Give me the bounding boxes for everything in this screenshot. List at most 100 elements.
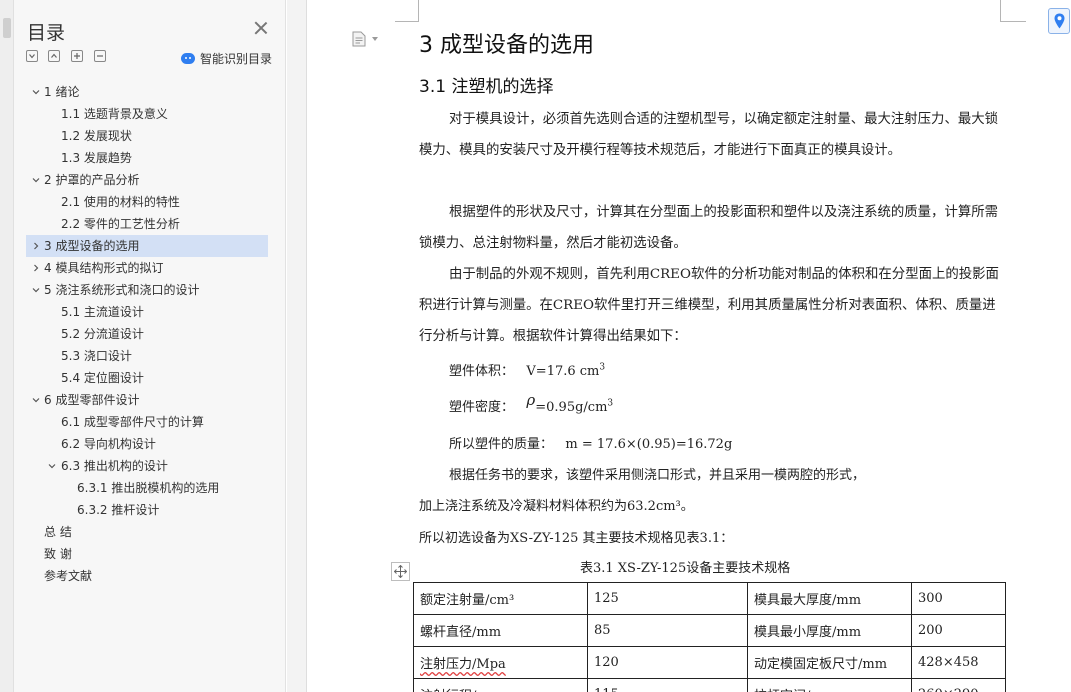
- toc-item[interactable]: 致 谢: [26, 543, 268, 565]
- document-outline-icon[interactable]: [352, 31, 366, 47]
- cell-text: 螺杆直径/mm: [420, 625, 502, 640]
- table-cell[interactable]: 动定模固定板尺寸/mm: [747, 646, 912, 679]
- superscript: 3: [599, 362, 606, 373]
- chevron-down-icon[interactable]: [32, 396, 40, 404]
- table-cell[interactable]: 300: [911, 582, 1006, 615]
- density-value: =0.95g/cm: [535, 400, 608, 415]
- close-icon[interactable]: [253, 20, 269, 36]
- mass-value: m = 17.6×(0.95)=16.72g: [565, 437, 733, 452]
- table-cell[interactable]: 200: [911, 614, 1006, 647]
- cell-text: 模具最大厚度/mm: [754, 593, 862, 608]
- table-cell[interactable]: 注射行程/mm: [413, 678, 588, 692]
- toc-item[interactable]: 6.3.2 推杆设计: [26, 499, 268, 521]
- chevron-down-icon[interactable]: [372, 37, 378, 42]
- heading-level-2: 3.1 注塑机的选择: [419, 77, 554, 97]
- paragraph: 对于模具设计，必须首先选则合适的注塑机型号，以确定额定注射量、最大注射压力、最大…: [419, 104, 1004, 166]
- toc-item-label: 1.1 选题背景及意义: [61, 107, 168, 121]
- toc-item[interactable]: 1.2 发展现状: [26, 125, 268, 147]
- toc-item[interactable]: 参考文献: [26, 565, 268, 587]
- chevron-down-icon[interactable]: [32, 286, 40, 294]
- table-cell[interactable]: 428×458: [911, 646, 1006, 679]
- table-move-handle-icon[interactable]: [391, 562, 410, 581]
- toc-item[interactable]: 5.4 定位圈设计: [26, 367, 268, 389]
- toc-item[interactable]: 5.3 浇口设计: [26, 345, 268, 367]
- panel-grip[interactable]: [3, 18, 11, 38]
- toc-item[interactable]: 1.1 选题背景及意义: [26, 103, 268, 125]
- toc-item-label: 6.3.2 推杆设计: [77, 503, 160, 517]
- panel-edge-strip[interactable]: [0, 0, 14, 692]
- table-cell[interactable]: 螺杆直径/mm: [413, 614, 588, 647]
- table-cell[interactable]: 120: [587, 646, 748, 679]
- table-caption: 表3.1 XS-ZY-125设备主要技术规格: [580, 561, 791, 576]
- toc-item-label: 6.2 导向机构设计: [61, 437, 156, 451]
- toc-item-label: 2 护罩的产品分析: [44, 173, 140, 187]
- smart-toc-label: 智能识别目录: [200, 51, 273, 66]
- cell-text: 85: [594, 623, 611, 638]
- volume-line: 塑件体积： V=17.6 cm3: [449, 360, 605, 379]
- toc-item[interactable]: 6.3.1 推出脱模机构的选用: [26, 477, 268, 499]
- toc-item[interactable]: 1 绪论: [26, 81, 268, 103]
- toc-item[interactable]: 总 结: [26, 521, 268, 543]
- toc-item[interactable]: 6 成型零部件设计: [26, 389, 268, 411]
- table-row: 螺杆直径/mm 85 模具最小厚度/mm 200: [413, 614, 1006, 647]
- collapse-all-icon[interactable]: [48, 50, 60, 62]
- toc-item-label: 3 成型设备的选用: [44, 239, 140, 253]
- table-cell[interactable]: 115: [587, 678, 748, 692]
- toc-item-label: 5.3 浇口设计: [61, 349, 132, 363]
- chevron-right-icon[interactable]: [32, 264, 40, 272]
- add-heading-icon[interactable]: [71, 50, 83, 62]
- mass-label: 所以塑件的质量：: [449, 437, 554, 452]
- toc-item[interactable]: 2 护罩的产品分析: [26, 169, 268, 191]
- cell-text: 300: [918, 591, 943, 606]
- smart-toc-button[interactable]: 智能识别目录: [181, 50, 272, 66]
- toc-item[interactable]: 2.1 使用的材料的特性: [26, 191, 268, 213]
- table-cell[interactable]: 注射压力/Mpa: [413, 646, 588, 679]
- toc-item[interactable]: 6.3 推出机构的设计: [26, 455, 268, 477]
- toc-item-label: 致 谢: [44, 547, 72, 561]
- chevron-down-icon[interactable]: [48, 462, 56, 470]
- chevron-right-icon[interactable]: [32, 242, 40, 250]
- table-cell[interactable]: 260×290: [911, 678, 1006, 692]
- page-corner-mark: [395, 0, 419, 22]
- volume-label: 塑件体积：: [449, 364, 515, 379]
- toc-item-label: 总 结: [44, 525, 72, 539]
- toc-item-label: 6.3 推出机构的设计: [61, 459, 168, 473]
- toc-item[interactable]: 5 浇注系统形式和浇口的设计: [26, 279, 268, 301]
- superscript: 3: [607, 398, 614, 409]
- toc-item[interactable]: 4 模具结构形式的拟订: [26, 257, 268, 279]
- paragraph: 根据塑件的形状及尺寸，计算其在分型面上的投影面积和塑件以及浇注系统的质量，计算所…: [419, 197, 1004, 259]
- table-cell[interactable]: 85: [587, 614, 748, 647]
- toc-item-label: 6.3.1 推出脱模机构的选用: [77, 481, 220, 495]
- cell-text: 120: [594, 655, 619, 670]
- paragraph-text: 对于模具设计，必须首先选则合适的注塑机型号，以确定额定注射量、最大注射压力、最大…: [419, 112, 999, 158]
- toc-item-label: 5.1 主流道设计: [61, 305, 144, 319]
- cell-text: 260×290: [918, 687, 979, 692]
- toc-item[interactable]: 1.3 发展趋势: [26, 147, 268, 169]
- paragraph-text: 由于制品的外观不规则，首先利用CREO软件的分析功能对制品的体积和在分型面上的投…: [419, 267, 999, 344]
- toc-item[interactable]: 6.1 成型零部件尺寸的计算: [26, 411, 268, 433]
- toc-item-label: 6.1 成型零部件尺寸的计算: [61, 415, 204, 429]
- table-cell[interactable]: 额定注射量/cm³: [413, 582, 588, 615]
- toc-item[interactable]: 5.2 分流道设计: [26, 323, 268, 345]
- cell-text: 125: [594, 591, 619, 606]
- chevron-down-icon[interactable]: [32, 88, 40, 96]
- toc-item[interactable]: 3 成型设备的选用: [26, 235, 268, 257]
- table-cell[interactable]: 模具最大厚度/mm: [747, 582, 912, 615]
- toc-item-label: 1.2 发展现状: [61, 129, 132, 143]
- cell-text: 200: [918, 623, 943, 638]
- page-corner-mark: [1000, 0, 1026, 22]
- expand-all-icon[interactable]: [26, 50, 38, 62]
- remove-heading-icon[interactable]: [94, 50, 106, 62]
- toc-item-label: 5 浇注系统形式和浇口的设计: [44, 283, 200, 297]
- table-cell[interactable]: 125: [587, 582, 748, 615]
- location-pin-icon[interactable]: [1048, 8, 1070, 34]
- toc-item[interactable]: 2.2 零件的工艺性分析: [26, 213, 268, 235]
- toc-item[interactable]: 5.1 主流道设计: [26, 301, 268, 323]
- toc-item[interactable]: 6.2 导向机构设计: [26, 433, 268, 455]
- density-label: 塑件密度：: [449, 400, 515, 415]
- toc-tree: 1 绪论 1.1 选题背景及意义 1.2 发展现状 1.3 发展趋势 2 护罩的产品分析…: [26, 81, 268, 587]
- paragraph: 加上浇注系统及冷凝料材料体积约为63.2cm³。: [419, 499, 694, 514]
- chevron-down-icon[interactable]: [32, 176, 40, 184]
- table-cell[interactable]: 拉杆空间/mm: [747, 678, 912, 692]
- table-cell[interactable]: 模具最小厚度/mm: [747, 614, 912, 647]
